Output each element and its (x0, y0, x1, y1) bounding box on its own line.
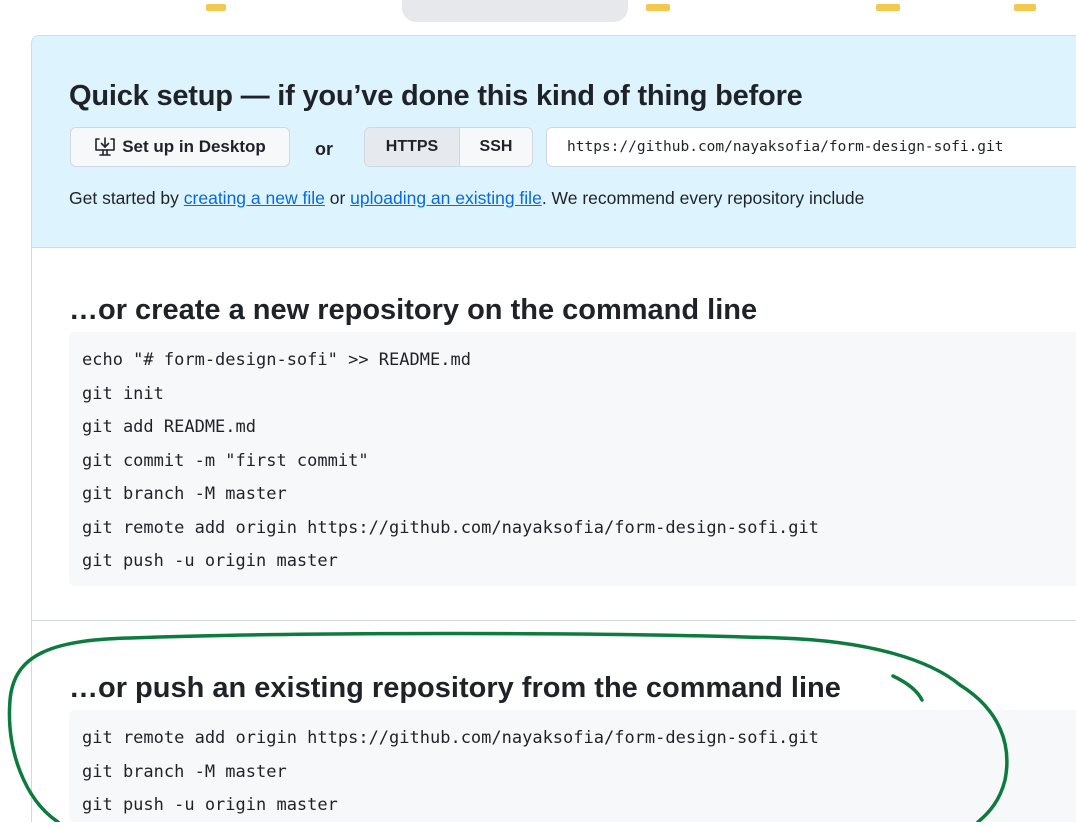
header-fragment (1014, 4, 1036, 11)
get-started-text: Get started by creating a new file or up… (69, 188, 864, 209)
uploading-existing-file-link[interactable]: uploading an existing file (350, 188, 542, 208)
existing-repo-code-block: git remote add origin https://github.com… (69, 710, 1076, 822)
get-started-prefix: Get started by (69, 188, 184, 208)
quick-setup-panel: Quick setup — if you’ve done this kind o… (31, 35, 1076, 248)
code-line: git add README.md (82, 417, 256, 437)
header-fragment (876, 4, 900, 11)
section-divider (32, 620, 1076, 621)
setup-in-desktop-label: Set up in Desktop (122, 137, 266, 156)
code-line: git commit -m "first commit" (82, 450, 369, 471)
code-line: git branch -M master (82, 761, 287, 782)
quick-setup-title: Quick setup — if you’ve done this kind o… (69, 80, 803, 112)
ssh-toggle[interactable]: SSH (460, 128, 532, 166)
clone-url-input[interactable] (546, 127, 1076, 167)
https-toggle[interactable]: HTTPS (365, 128, 460, 166)
code-line: git branch -M master (82, 484, 287, 504)
container-border (31, 246, 32, 822)
protocol-toggle: HTTPS SSH (364, 127, 533, 167)
code-line: echo "# form-design-sofi" >> README.md (82, 350, 471, 370)
cropped-header-strip (0, 0, 1076, 22)
creating-new-file-link[interactable]: creating a new file (184, 188, 325, 208)
code-line: git remote add origin https://github.com… (82, 728, 819, 748)
code-line: git remote add origin https://github.com… (82, 517, 819, 538)
get-started-suffix: . We recommend every repository include (541, 188, 865, 208)
code-line: git push -u origin master (82, 795, 338, 815)
or-separator: or (315, 139, 333, 159)
code-line: git push -u origin master (82, 551, 338, 571)
header-fragment (646, 4, 670, 11)
header-search-fragment (402, 0, 628, 22)
code-line: git init (82, 383, 164, 404)
header-fragment (206, 4, 226, 11)
setup-in-desktop-button[interactable]: Set up in Desktop (70, 127, 290, 167)
new-repo-code-block: echo "# form-design-sofi" >> README.md g… (69, 332, 1076, 586)
existing-repo-heading: …or push an existing repository from the… (69, 672, 841, 704)
new-repo-heading: …or create a new repository on the comma… (69, 294, 758, 326)
desktop-download-icon (94, 137, 116, 157)
get-started-or: or (324, 188, 351, 208)
